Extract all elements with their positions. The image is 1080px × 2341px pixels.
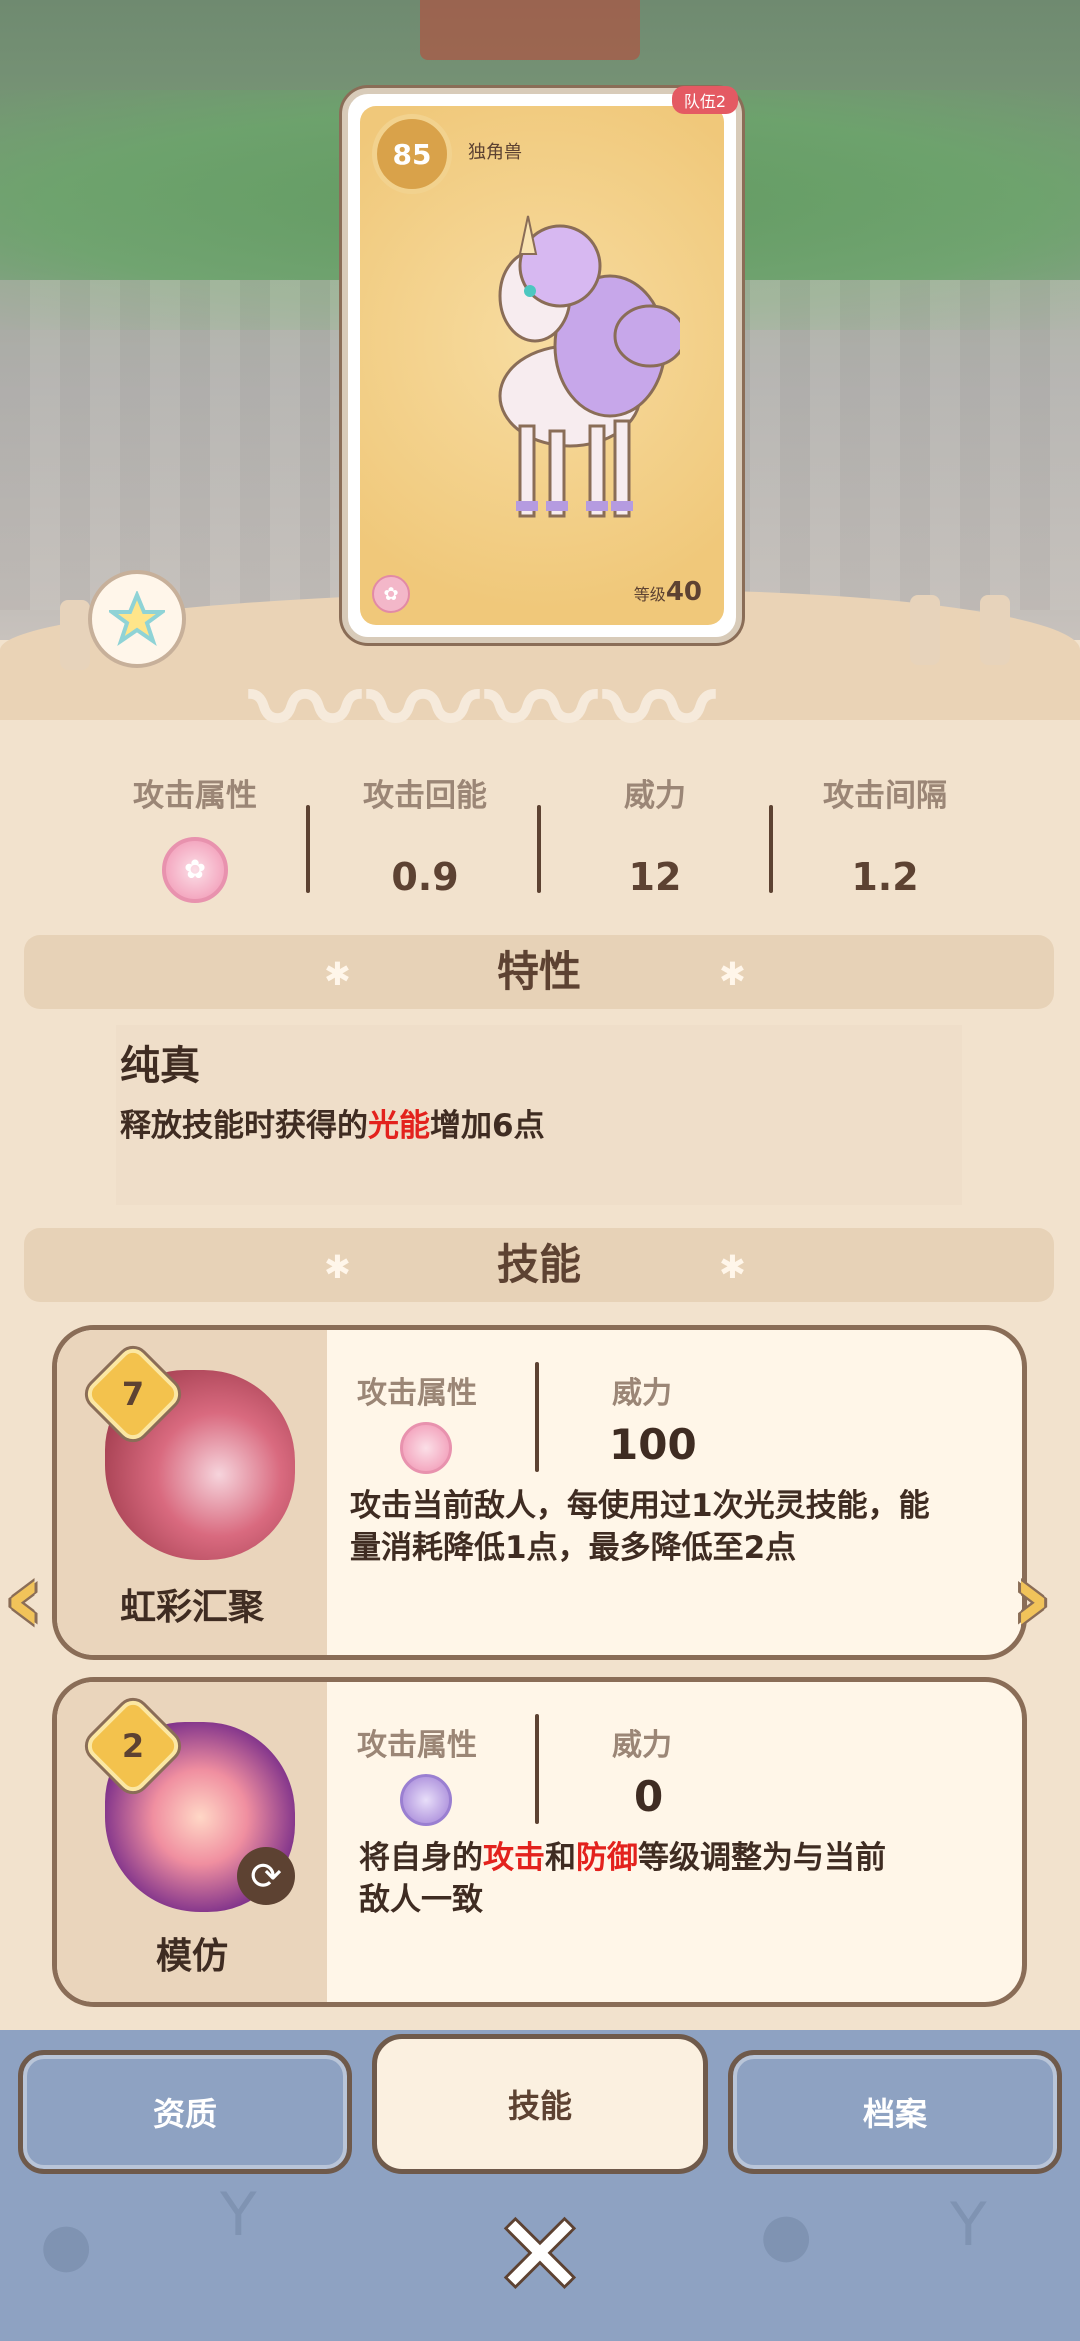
fence-post [910, 595, 940, 665]
paw-decor-icon: Y [950, 2190, 987, 2260]
skill-name: 虹彩汇聚 [119, 1587, 264, 1628]
stat-power: 威力 12 [540, 770, 770, 899]
text: 增加6点 [430, 1108, 545, 1144]
skills-section-header: ✱ 技能 ✱ [24, 1228, 1054, 1302]
star-button[interactable] [88, 570, 186, 668]
stat-value: 12 [628, 855, 682, 899]
highlight-text: 攻击 [483, 1840, 545, 1876]
stat-label: 攻击间隔 [823, 778, 947, 814]
trait-section-header: ✱ 特性 ✱ [24, 935, 1054, 1009]
decor-icon: ✱ [324, 1248, 351, 1286]
stat-label: 攻击回能 [363, 778, 487, 814]
skill-attr-label: 攻击属性 [357, 1728, 477, 1763]
highlight-text: 光能 [368, 1108, 430, 1144]
light-attribute-icon [400, 1774, 452, 1826]
skill-divider [535, 1362, 539, 1472]
section-title: 特性 [496, 947, 581, 996]
watermark-logo: 〰〰〰〰 [250, 646, 722, 774]
highlight-text: 防御 [576, 1840, 638, 1876]
tab-profile[interactable]: 档案 [728, 2050, 1062, 2174]
paw-decor-icon: Y [220, 2180, 257, 2250]
trait-name: 纯真 [120, 1043, 200, 1089]
skill-power-value: 0 [634, 1772, 664, 1821]
paw-decor-icon: ● [760, 2200, 813, 2270]
prev-arrow-button[interactable]: ‹ [4, 1548, 64, 1648]
text: 将自身的 [359, 1840, 483, 1876]
creature-card[interactable]: 85 独角兽 ✿ 等级40 队伍2 [342, 86, 742, 643]
unicorn-illustration [498, 215, 680, 518]
skill-power-label: 威力 [612, 1376, 672, 1411]
fence-post [980, 595, 1010, 665]
star-icon [109, 591, 165, 647]
card-art: 85 独角兽 ✿ 等级40 [360, 106, 724, 625]
trait-description: 释放技能时获得的光能增加6点 [120, 1100, 545, 1145]
stat-value: 1.2 [851, 855, 919, 899]
fence-post [60, 600, 90, 670]
rank-badge: 85 [372, 114, 452, 194]
skill-desc-line: 将自身的攻击和防御等级调整为与当前 [359, 1837, 886, 1879]
energy-cost: 2 [121, 1727, 145, 1765]
flower-attribute-icon: ✿ [372, 575, 410, 613]
skill-attr-label: 攻击属性 [357, 1376, 477, 1411]
stat-attack-interval: 攻击间隔 1.2 [770, 770, 1000, 899]
decor-icon: ✱ [719, 955, 746, 993]
stat-label: 威力 [624, 778, 686, 814]
level-label: 等级 [633, 585, 666, 604]
paw-decor-icon: ● [40, 2210, 93, 2280]
skill-description: 将自身的攻击和防御等级调整为与当前 敌人一致 [359, 1837, 886, 1921]
close-icon[interactable]: ✕ [490, 2200, 590, 2310]
decor-icon: ✱ [324, 955, 351, 993]
tab-skills[interactable]: 技能 [372, 2034, 708, 2174]
skill-card[interactable]: 7 虹彩汇聚 攻击属性 威力 100 攻击当前敌人，每使用过1次光灵技能，能 量… [52, 1325, 1027, 1660]
skill-power-value: 100 [609, 1420, 697, 1469]
refresh-icon: ⟳ [237, 1847, 295, 1905]
creature-name: 独角兽 [468, 142, 522, 163]
skill-desc-line: 敌人一致 [359, 1882, 483, 1918]
text: 和 [545, 1840, 576, 1876]
stat-value: 0.9 [391, 855, 459, 899]
stat-energy-regen: 攻击回能 0.9 [310, 770, 540, 899]
team-tag: 队伍2 [671, 86, 738, 114]
skill-divider [535, 1714, 539, 1824]
flower-attribute-icon: ✿ [162, 837, 228, 903]
tab-aptitude[interactable]: 资质 [18, 2050, 352, 2174]
skill-description: 攻击当前敌人，每使用过1次光灵技能，能 量消耗降低1点，最多降低至2点 [350, 1485, 930, 1569]
next-arrow-button[interactable]: › [1012, 1548, 1072, 1648]
card-level: 等级40 [634, 577, 702, 607]
stats-row: 攻击属性 ✿ 攻击回能 0.9 威力 12 攻击间隔 1.2 [0, 770, 1080, 910]
skill-power-label: 威力 [612, 1728, 672, 1763]
decor-icon: ✱ [719, 1248, 746, 1286]
text: 等级调整为与当前 [638, 1840, 886, 1876]
section-title: 技能 [496, 1240, 581, 1289]
skill-desc-line: 攻击当前敌人，每使用过1次光灵技能，能 [350, 1488, 930, 1524]
text: 释放技能时获得的 [120, 1108, 368, 1144]
skill-card[interactable]: 2 ⟳ 模仿 攻击属性 威力 0 将自身的攻击和防御等级调整为与当前 敌人一致 [52, 1677, 1027, 2007]
arena-gate [420, 0, 640, 60]
skill-desc-line: 量消耗降低1点，最多降低至2点 [350, 1530, 797, 1566]
energy-cost: 7 [121, 1375, 145, 1413]
flower-attribute-icon [400, 1422, 452, 1474]
skill-name: 模仿 [155, 1936, 228, 1977]
stat-attack-attribute: 攻击属性 ✿ [80, 770, 310, 903]
stat-label: 攻击属性 [133, 778, 257, 814]
level-value: 40 [665, 577, 702, 607]
